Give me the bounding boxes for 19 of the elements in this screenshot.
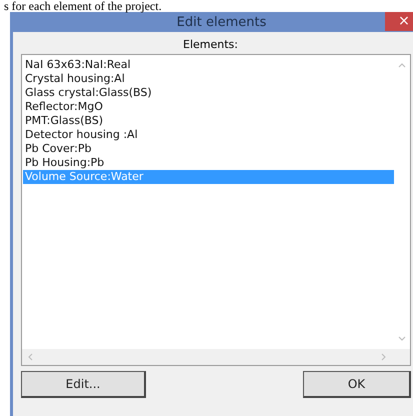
scroll-up-icon[interactable] (397, 61, 407, 69)
list-item[interactable]: Detector housing :Al (23, 128, 394, 142)
edit-button[interactable]: Edit... (21, 371, 146, 398)
list-item[interactable]: Pb Cover:Pb (23, 142, 394, 156)
list-label: Elements: (183, 38, 238, 51)
list-item[interactable]: NaI 63x63:NaI:Real (23, 58, 394, 72)
list-item[interactable]: Glass crystal:Glass(BS) (23, 86, 394, 100)
close-button[interactable]: × (385, 12, 413, 31)
scroll-left-icon[interactable] (26, 352, 34, 362)
document-text: s for each element of the project. (3, 0, 163, 12)
scroll-down-icon[interactable] (397, 335, 407, 343)
horizontal-scrollbar[interactable] (22, 349, 410, 365)
list-item[interactable]: Pb Housing:Pb (23, 156, 394, 170)
window-title: Edit elements (176, 14, 266, 30)
scroll-right-icon[interactable] (380, 352, 388, 362)
list-item[interactable]: PMT:Glass(BS) (23, 114, 394, 128)
list-item[interactable]: Crystal housing:Al (23, 72, 394, 86)
ok-button[interactable]: OK (303, 371, 411, 398)
list-item[interactable]: Reflector:MgO (23, 100, 394, 114)
